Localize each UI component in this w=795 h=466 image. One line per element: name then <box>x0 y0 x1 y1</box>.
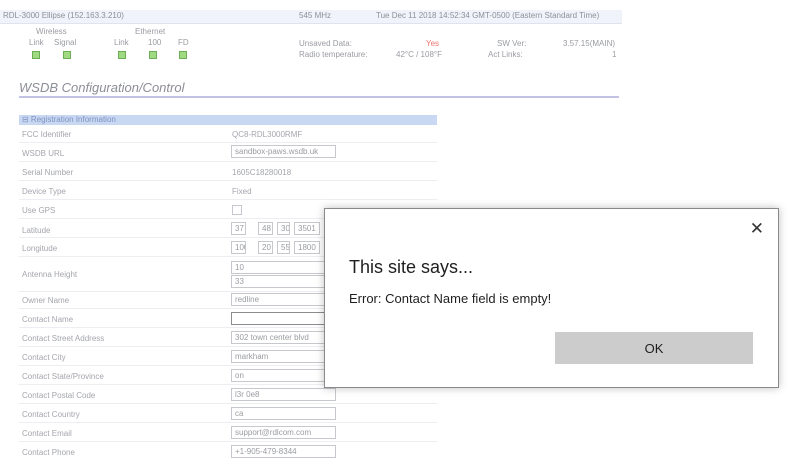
use-gps-label: Use GPS <box>22 206 56 215</box>
row-separator <box>19 403 437 404</box>
alert-dialog: ✕ This site says... Error: Contact Name … <box>324 208 779 388</box>
use-gps-checkbox[interactable] <box>232 205 242 215</box>
row-separator <box>19 199 437 200</box>
frequency-readout: 545 MHz <box>299 11 332 20</box>
wsdb-url-label: WSDB URL <box>22 149 65 158</box>
latitude-degrees-field[interactable]: 37 <box>231 222 246 235</box>
row-separator <box>19 180 437 181</box>
wireless-link-led-icon <box>32 51 40 59</box>
contact-name-field[interactable] <box>231 312 336 325</box>
latitude-minutes-field[interactable]: 48 <box>258 222 273 235</box>
ok-button[interactable]: OK <box>555 332 753 364</box>
wsdb-url-field[interactable]: sandbox-paws.wsdb.uk <box>231 145 336 158</box>
state-field[interactable]: on <box>231 369 336 382</box>
device-name: RDL-3000 Ellipse (152.163.3.210) <box>3 11 124 20</box>
longitude-fraction-field[interactable]: 1800 <box>294 241 320 254</box>
row-separator <box>19 441 437 442</box>
longitude-minutes-field[interactable]: 20 <box>258 241 273 254</box>
sw-version-label: SW Ver: <box>497 39 527 48</box>
fcc-identifier-label: FCC Identifier <box>22 130 72 139</box>
ethernet-link-led-icon <box>118 51 126 59</box>
contact-name-label: Contact Name <box>22 315 74 324</box>
antenna-height-label: Antenna Height <box>22 270 78 279</box>
radio-temperature-label: Radio temperature: <box>299 50 368 59</box>
serial-number-value: 1605C18280018 <box>232 168 292 177</box>
signal-label: Signal <box>54 38 77 47</box>
act-links-label: Act Links: <box>488 50 523 59</box>
country-field[interactable]: ca <box>231 407 336 420</box>
city-field[interactable]: markham <box>231 350 336 363</box>
latitude-label: Latitude <box>22 226 51 235</box>
status-bar: RDL-3000 Ellipse (152.163.3.210) 545 MHz… <box>0 10 622 24</box>
section-title: ⊟ Registration Information <box>22 115 116 124</box>
wireless-label: Wireless <box>36 27 67 36</box>
fd-label: FD <box>178 38 189 47</box>
title-divider <box>19 96 619 98</box>
postal-code-label: Contact Postal Code <box>22 391 96 400</box>
longitude-seconds-field[interactable]: 55 <box>277 241 290 254</box>
phone-field[interactable]: +1-905-479-8344 <box>231 445 336 458</box>
ethernet-label: Ethernet <box>135 27 166 36</box>
unsaved-data-value: Yes <box>426 39 440 48</box>
page-title: WSDB Configuration/Control <box>19 80 185 95</box>
device-type-value: Fixed <box>232 187 252 196</box>
close-icon[interactable]: ✕ <box>750 219 764 239</box>
fcc-identifier-value: QC8-RDL3000RMF <box>232 130 303 139</box>
country-label: Contact Country <box>22 410 80 419</box>
link-label: Link <box>29 38 44 47</box>
latitude-fraction-field[interactable]: 3501 <box>294 222 320 235</box>
ethernet-fd-led-icon <box>179 51 187 59</box>
street-address-label: Contact Street Address <box>22 334 105 343</box>
row-separator <box>19 161 437 162</box>
state-label: Contact State/Province <box>22 372 104 381</box>
city-label: Contact City <box>22 353 66 362</box>
ethernet-speed-led-icon <box>149 51 157 59</box>
row-separator <box>19 422 437 423</box>
longitude-degrees-field[interactable]: 100 <box>231 241 246 254</box>
datetime-readout: Tue Dec 11 2018 14:52:34 GMT-0500 (Easte… <box>376 11 600 20</box>
email-label: Contact Email <box>22 429 72 438</box>
phone-label: Contact Phone <box>22 448 75 457</box>
serial-number-label: Serial Number <box>22 168 74 177</box>
email-field[interactable]: support@rdlcom.com <box>231 426 336 439</box>
latitude-seconds-field[interactable]: 30 <box>277 222 290 235</box>
speed-label: 100 <box>148 38 162 47</box>
wireless-signal-led-icon <box>63 51 71 59</box>
dialog-title: This site says... <box>349 257 474 277</box>
radio-temperature-value: 42°C / 108°F <box>396 50 442 59</box>
act-links-value: 1 <box>612 50 617 59</box>
dialog-message: Error: Contact Name field is empty! <box>349 291 552 306</box>
eth-link-label: Link <box>114 38 129 47</box>
antenna-height-field[interactable]: 10 <box>231 261 336 274</box>
street-address-field[interactable]: 302 town center blvd <box>231 331 336 344</box>
longitude-label: Longitude <box>22 244 58 253</box>
unsaved-data-label: Unsaved Data: <box>299 39 352 48</box>
sw-version-value: 3.57.15(MAIN) <box>563 39 616 48</box>
row-separator <box>19 142 437 143</box>
owner-name-label: Owner Name <box>22 296 70 305</box>
owner-name-field[interactable]: redline <box>231 293 336 306</box>
postal-code-field[interactable]: l3r 0e8 <box>231 388 336 401</box>
registration-section-header[interactable]: ⊟ Registration Information <box>19 115 437 125</box>
antenna-height-feet-field[interactable]: 33 <box>231 275 336 288</box>
device-type-label: Device Type <box>22 187 66 196</box>
